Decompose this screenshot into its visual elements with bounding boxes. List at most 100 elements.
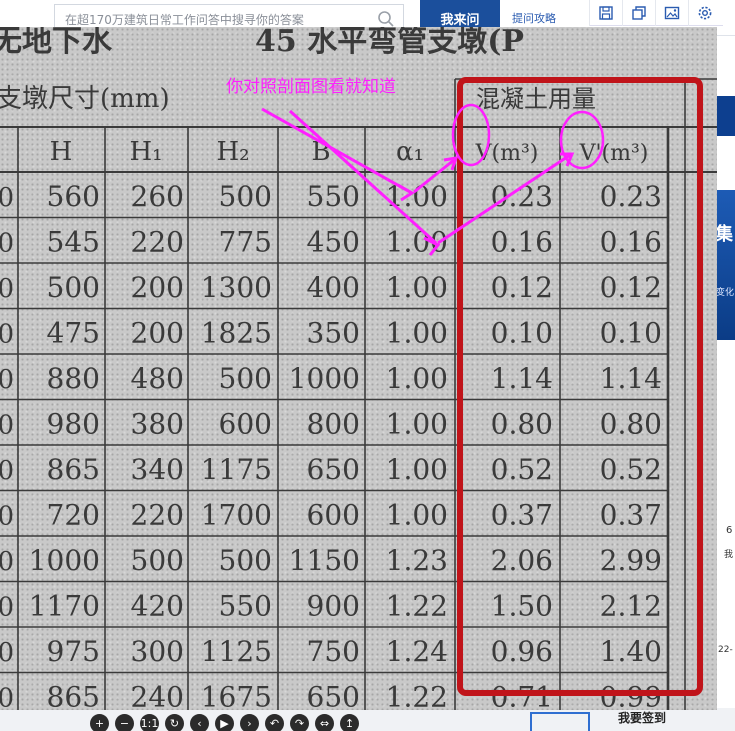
table-cell: 200 (131, 271, 184, 304)
table-cell: 0.16 (600, 226, 662, 259)
row-fragment-cell: 00 (0, 229, 14, 259)
viewer-control-button[interactable]: ▶ (215, 714, 234, 731)
table-cell: 1125 (201, 635, 272, 668)
table-cell: 1175 (201, 453, 272, 486)
table-cell: 350 (307, 317, 360, 350)
row-fragment-cell: 00 (0, 502, 14, 532)
sidebar-fragment-text: 我 (724, 550, 734, 560)
table-cell: 1.00 (386, 362, 448, 395)
table-cell: 1.14 (600, 362, 662, 395)
table-cell: 600 (307, 499, 360, 532)
sidebar-fragment-text: 变化 (716, 288, 735, 298)
viewer-control-button[interactable]: ↶ (265, 714, 284, 731)
table-cell: 450 (307, 226, 360, 259)
viewer-control-button[interactable]: 1:1 (140, 714, 159, 731)
table-cell: 1.50 (491, 590, 553, 623)
question-guide-link[interactable]: 提问攻略 (512, 10, 556, 26)
table-cell: 200 (131, 317, 184, 350)
table-cell: 0.80 (600, 408, 662, 441)
copy-icon[interactable] (622, 0, 655, 26)
column-header: H₁ (129, 137, 162, 167)
table-cell: 500 (47, 271, 100, 304)
image-viewer[interactable]: 无地下水 45 水平弯管支墩(P 支墩尺寸(mm) 混凝土用量 H H₁ H₂ Bα₁ V(m³… (0, 27, 717, 710)
table-cell: 480 (131, 362, 184, 395)
table-cell: 2.99 (600, 544, 662, 577)
table-cell: 1300 (201, 271, 272, 304)
sign-in-box[interactable] (530, 712, 590, 731)
settings-icon[interactable] (688, 0, 721, 26)
table-cell: 800 (307, 408, 360, 441)
table-cell: 545 (47, 226, 100, 259)
concrete-header: 混凝土用量 (476, 85, 596, 113)
table-cell: 500 (219, 544, 272, 577)
viewer-control-button[interactable]: + (90, 714, 109, 731)
search-icon[interactable] (377, 10, 395, 28)
table-cell: 600 (219, 408, 272, 441)
sidebar-ad[interactable]: 集 变化 (715, 190, 735, 340)
table-cell: 0.52 (600, 453, 662, 486)
table-cell: 750 (307, 635, 360, 668)
table-cell: 0.23 (600, 180, 662, 213)
table-cell: 400 (307, 271, 360, 304)
table-subheader: 支墩尺寸(mm) (0, 84, 170, 114)
table-cell: 980 (47, 408, 100, 441)
row-fragment-cell: 00 (0, 365, 14, 395)
viewer-control-button[interactable]: ‹ (190, 714, 209, 731)
table-cell: 720 (47, 499, 100, 532)
viewer-control-button[interactable]: ↻ (165, 714, 184, 731)
viewer-controls: + −1:1 ↻ ‹ ▶ › ↶ ↷ ⇔ ↥ (90, 714, 359, 731)
table-cell: 0.23 (491, 180, 553, 213)
table-cell: 975 (47, 635, 100, 668)
table-cell: 865 (47, 453, 100, 486)
table-cell: 560 (47, 180, 100, 213)
row-fragment-cell: 00 (0, 547, 14, 577)
image-icon[interactable] (655, 0, 688, 26)
table-cell: 1.22 (386, 681, 448, 711)
table-cell: 1675 (201, 681, 272, 711)
viewer-control-button[interactable]: ↷ (290, 714, 309, 731)
table-cell: 380 (131, 408, 184, 441)
table-cell: 0.12 (600, 271, 662, 304)
row-fragment-cell: 00 (0, 183, 14, 213)
table-cell: 220 (131, 226, 184, 259)
sign-in-button[interactable]: 我要签到 (618, 709, 666, 726)
sidebar-fragment-text: 集 (715, 224, 733, 245)
table-cell: 1.00 (386, 271, 448, 304)
annotation-text: 你对照剖面图看就知道 (226, 77, 396, 97)
row-fragment-cell: 00 (0, 593, 14, 623)
sidebar-banner[interactable] (715, 96, 735, 136)
save-icon[interactable] (589, 0, 622, 26)
row-fragment-cell: 00 (0, 411, 14, 441)
table-cell: 1.40 (600, 635, 662, 668)
viewer-control-button[interactable]: › (240, 714, 259, 731)
table-cell: 220 (131, 499, 184, 532)
table-cell: 775 (219, 226, 272, 259)
viewer-control-button[interactable]: ⇔ (315, 714, 334, 731)
table-cell: 240 (131, 681, 184, 711)
table-cell: 0.16 (491, 226, 553, 259)
table-cell: 0.12 (491, 271, 553, 304)
row-fragment-cell: 00 (0, 456, 14, 486)
table-cell: 1.00 (386, 408, 448, 441)
table-cell: 900 (307, 590, 360, 623)
table-cell: 420 (131, 590, 184, 623)
table-cell: 650 (307, 453, 360, 486)
column-header: H (50, 137, 73, 167)
table-title-right: 45 水平弯管支墩(P (255, 27, 524, 59)
table-cell: 2.12 (600, 590, 662, 623)
table-cell: 475 (47, 317, 100, 350)
table-cell: 0.37 (600, 499, 662, 532)
table-cell: 0.80 (491, 408, 553, 441)
table-cell: 1000 (289, 362, 360, 395)
table-cell: 1.22 (386, 590, 448, 623)
viewer-control-button[interactable]: − (115, 714, 134, 731)
search-input[interactable]: 在超170万建筑日常工作问答中搜寻你的答案 (65, 11, 304, 28)
table-cell: 1.24 (386, 635, 448, 668)
table-cell: 1.00 (386, 453, 448, 486)
viewer-control-button[interactable]: ↥ (340, 714, 359, 731)
right-sidebar (715, 36, 735, 731)
table-cell: 0.37 (491, 499, 553, 532)
table-cell: 1700 (201, 499, 272, 532)
column-header: V'(m³) (579, 141, 649, 166)
row-fragment-cell: 00 (0, 638, 14, 668)
